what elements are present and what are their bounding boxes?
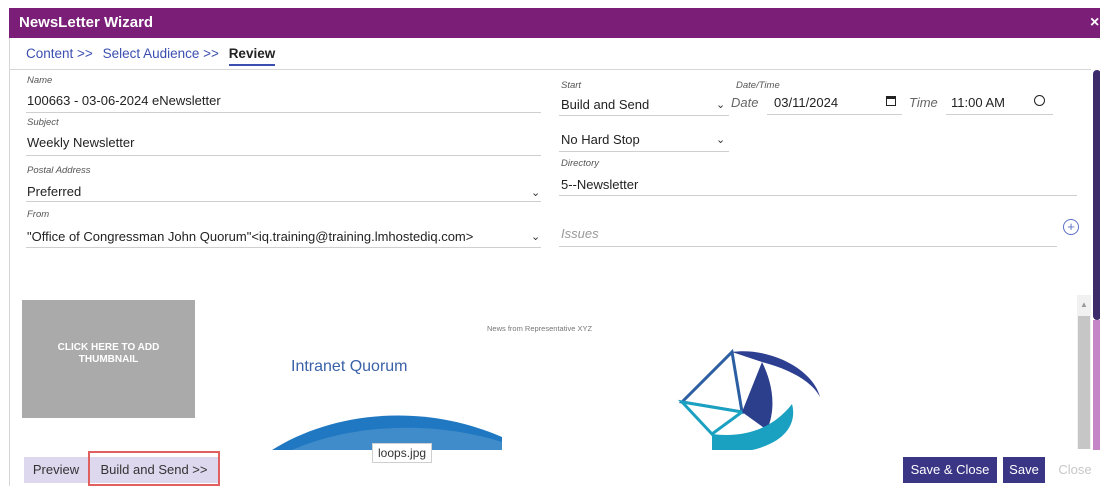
subject-label: Subject <box>27 117 59 128</box>
hard-stop-underline <box>559 151 729 152</box>
subject-field[interactable]: Weekly Newsletter <box>27 135 134 150</box>
chevron-down-icon[interactable]: ⌄ <box>531 186 540 199</box>
start-label: Start <box>561 80 582 91</box>
directory-field[interactable]: 5--Newsletter <box>561 177 638 192</box>
clock-icon[interactable] <box>1034 95 1045 106</box>
start-underline <box>559 115 729 116</box>
side-panel-handle[interactable] <box>1093 70 1100 320</box>
date-underline <box>767 114 902 115</box>
from-label: From <box>27 209 50 220</box>
left-border <box>9 38 10 486</box>
postal-address-underline <box>26 201 541 202</box>
subject-underline <box>26 155 541 156</box>
tab-select-audience[interactable]: Select Audience >> <box>103 46 219 61</box>
hard-stop-select[interactable]: No Hard Stop <box>561 132 640 147</box>
window-title: NewsLetter Wizard <box>19 14 154 31</box>
preview-button[interactable]: Preview <box>24 457 88 483</box>
news-from-text: News from Representative XYZ <box>487 324 593 333</box>
save-close-button[interactable]: Save & Close <box>903 457 997 483</box>
start-select[interactable]: Build and Send <box>561 97 649 112</box>
add-issue-icon[interactable]: + <box>1063 219 1079 235</box>
save-button[interactable]: Save <box>1003 457 1045 483</box>
side-panel-lower <box>1093 320 1100 450</box>
datetime-label: Date/Time <box>736 80 780 91</box>
from-select[interactable]: "Office of Congressman John Quorum"<iq.t… <box>27 229 473 244</box>
breadcrumb-divider <box>9 69 1091 70</box>
date-label: Date <box>731 95 759 110</box>
time-label: Time <box>909 95 938 110</box>
time-input[interactable]: 11:00 AM <box>951 95 1005 110</box>
newsletter-banner: Intranet Quorum <box>272 342 825 450</box>
name-label: Name <box>27 75 53 86</box>
close-button[interactable]: Close <box>1055 457 1095 483</box>
postal-address-select[interactable]: Preferred <box>27 184 81 199</box>
title-bar: NewsLetter Wizard × <box>9 8 1100 38</box>
newsletter-wizard-window: NewsLetter Wizard × Content >> Select Au… <box>0 0 1100 486</box>
thumbnail-placeholder[interactable]: CLICK HERE TO ADD THUMBNAIL <box>22 300 195 418</box>
close-icon[interactable]: × <box>1090 8 1099 38</box>
scrollbar-thumb[interactable] <box>1078 316 1090 449</box>
name-underline <box>26 112 541 113</box>
name-field[interactable]: 100663 - 03-06-2024 eNewsletter <box>27 93 221 108</box>
highlight-box <box>88 451 220 486</box>
tab-content[interactable]: Content >> <box>26 46 93 61</box>
issues-input[interactable]: Issues <box>561 226 599 241</box>
image-tooltip: loops.jpg <box>372 443 433 463</box>
tab-review[interactable]: Review <box>228 46 276 66</box>
thumbnail-text: CLICK HERE TO ADD THUMBNAIL <box>57 342 160 365</box>
scroll-up-icon[interactable]: ▲ <box>1080 300 1088 309</box>
calendar-icon[interactable] <box>886 96 896 106</box>
chevron-down-icon[interactable]: ⌄ <box>716 98 725 111</box>
envelope-logo-icon <box>677 348 820 450</box>
time-underline <box>946 114 1053 115</box>
postal-address-label: Postal Address <box>27 165 91 176</box>
chevron-down-icon[interactable]: ⌄ <box>716 133 725 146</box>
from-underline <box>26 247 541 248</box>
directory-underline <box>559 195 1077 196</box>
issues-underline <box>559 246 1057 247</box>
chevron-down-icon[interactable]: ⌄ <box>531 230 540 243</box>
date-input[interactable]: 03/11/2024 <box>774 95 838 110</box>
breadcrumb: Content >> Select Audience >> Review <box>26 46 281 66</box>
banner-graphic <box>272 348 820 450</box>
directory-label: Directory <box>561 158 600 169</box>
